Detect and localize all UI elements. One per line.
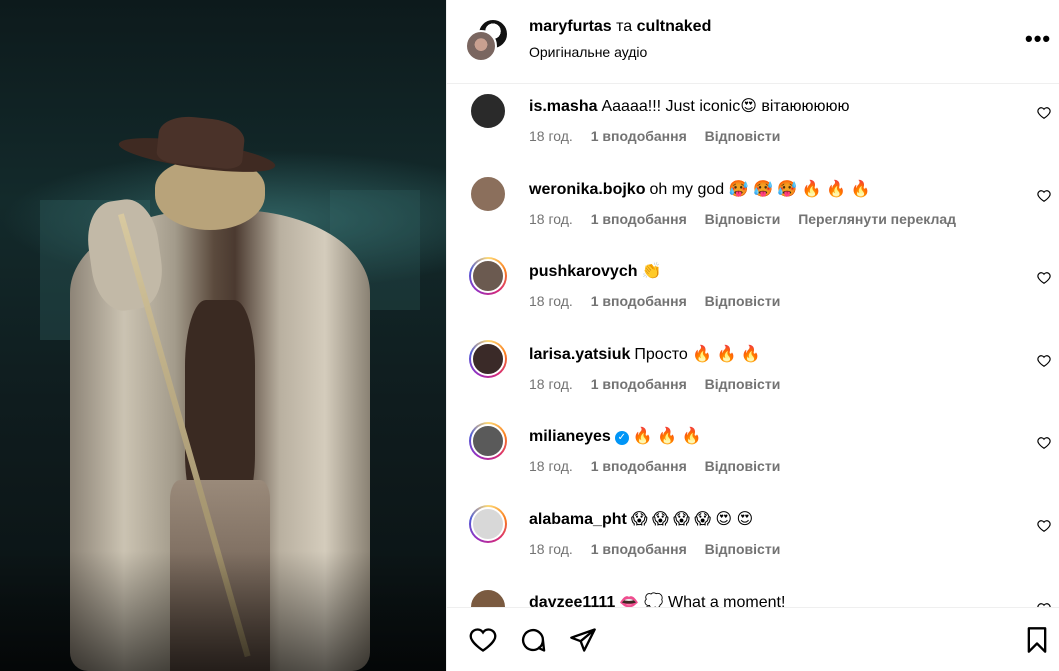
- comment-body: oh my god 🥵 🥵 🥵 🔥 🔥 🔥: [649, 181, 871, 198]
- avatar[interactable]: [469, 340, 507, 378]
- comment-text: pushkarovych 👏: [529, 261, 661, 281]
- see-translation-button[interactable]: Переглянути переклад: [798, 211, 956, 227]
- author-avatars[interactable]: [465, 18, 517, 66]
- comment-text: dayzee1111 👄 💭 What a moment!: [529, 592, 785, 607]
- post-video[interactable]: [0, 0, 446, 671]
- comment-time[interactable]: 18 год.: [529, 293, 573, 309]
- post-actions-bar: [447, 607, 1059, 671]
- post-authors: maryfurtas та cultnaked: [529, 18, 711, 36]
- comment-username[interactable]: weronika.bojko: [529, 181, 645, 198]
- hat-crown: [155, 113, 247, 171]
- comment-text: alabama_pht 😱 😱 😱 😱 😍 😍: [529, 509, 753, 529]
- comment-body: 👏: [641, 263, 662, 280]
- more-options-button[interactable]: •••: [1025, 26, 1051, 52]
- comment-username[interactable]: dayzee1111: [529, 594, 615, 607]
- comment-time[interactable]: 18 год.: [529, 458, 573, 474]
- comment-username[interactable]: milianeyes: [529, 428, 611, 445]
- comment-body: Просто 🔥 🔥 🔥: [634, 346, 761, 363]
- comment-likes[interactable]: 1 вподобання: [591, 458, 687, 474]
- comment-icon[interactable]: [519, 626, 547, 654]
- audio-link[interactable]: Оригінальне аудіо: [529, 44, 647, 60]
- list-item: is.masha Aaaaa!!! Just iconic😍 вітаююююю …: [447, 88, 1059, 168]
- avatar[interactable]: [469, 588, 507, 607]
- comment-likes[interactable]: 1 вподобання: [591, 376, 687, 392]
- list-item: pushkarovych 👏 18 год. 1 вподобання Відпо…: [447, 253, 1059, 333]
- heart-icon[interactable]: [1037, 519, 1051, 533]
- verified-badge-icon: ✓: [614, 431, 629, 445]
- heart-icon[interactable]: [1037, 436, 1051, 450]
- heart-icon[interactable]: [1037, 271, 1051, 285]
- comment-meta: 18 год. 1 вподобання Відповісти Переглян…: [529, 211, 970, 227]
- comment-likes[interactable]: 1 вподобання: [591, 211, 687, 227]
- avatar[interactable]: [469, 257, 507, 295]
- bookmark-icon[interactable]: [1023, 626, 1051, 654]
- comment-likes[interactable]: 1 вподобання: [591, 541, 687, 557]
- list-item: alabama_pht 😱 😱 😱 😱 😍 😍 18 год. 1 вподоба…: [447, 501, 1059, 581]
- heart-icon[interactable]: [1037, 189, 1051, 203]
- comments-list[interactable]: is.masha Aaaaa!!! Just iconic😍 вітаююююю …: [447, 84, 1059, 607]
- avatar[interactable]: [469, 175, 507, 213]
- comment-time[interactable]: 18 год.: [529, 128, 573, 144]
- heart-icon[interactable]: [469, 626, 497, 654]
- reply-button[interactable]: Відповісти: [705, 128, 781, 144]
- comment-meta: 18 год. 1 вподобання Відповісти: [529, 541, 794, 557]
- post-header: maryfurtas та cultnaked Оригінальне ауді…: [447, 0, 1059, 84]
- comment-text: larisa.yatsiuk Просто 🔥 🔥 🔥: [529, 344, 761, 364]
- avatar[interactable]: [469, 422, 507, 460]
- share-icon[interactable]: [569, 626, 597, 654]
- avatar[interactable]: [469, 505, 507, 543]
- reply-button[interactable]: Відповісти: [705, 541, 781, 557]
- author-link-1[interactable]: maryfurtas: [529, 18, 612, 35]
- comment-meta: 18 год. 1 вподобання Відповісти: [529, 293, 794, 309]
- comment-body: 👄 💭 What a moment!: [619, 594, 786, 607]
- comment-meta: 18 год. 1 вподобання Відповісти: [529, 376, 794, 392]
- comment-time[interactable]: 18 год.: [529, 376, 573, 392]
- heart-icon[interactable]: [1037, 354, 1051, 368]
- reply-button[interactable]: Відповісти: [705, 458, 781, 474]
- comment-time[interactable]: 18 год.: [529, 541, 573, 557]
- comment-likes[interactable]: 1 вподобання: [591, 293, 687, 309]
- comment-body: Aaaaa!!! Just iconic😍 вітаююююю: [601, 98, 850, 115]
- comment-body: 😱 😱 😱 😱 😍 😍: [630, 511, 754, 528]
- comment-text: milianeyes ✓ 🔥 🔥 🔥: [529, 426, 701, 446]
- comment-username[interactable]: alabama_pht: [529, 511, 627, 528]
- heart-icon[interactable]: [1037, 106, 1051, 120]
- stage-floor-shadow: [0, 551, 446, 671]
- comment-text: is.masha Aaaaa!!! Just iconic😍 вітаююююю: [529, 96, 849, 116]
- comment-body: 🔥 🔥 🔥: [632, 428, 702, 445]
- post-side-panel: maryfurtas та cultnaked Оригінальне ауді…: [446, 0, 1059, 671]
- list-item: weronika.bojko oh my god 🥵 🥵 🥵 🔥 🔥 🔥 18 г…: [447, 171, 1059, 251]
- comment-text: weronika.bojko oh my god 🥵 🥵 🥵 🔥 🔥 🔥: [529, 179, 870, 199]
- avatar[interactable]: [469, 92, 507, 130]
- comment-meta: 18 год. 1 вподобання Відповісти: [529, 128, 794, 144]
- author-joiner: та: [616, 18, 633, 35]
- comment-meta: 18 год. 1 вподобання Відповісти: [529, 458, 794, 474]
- comment-username[interactable]: pushkarovych: [529, 263, 637, 280]
- list-item: milianeyes ✓ 🔥 🔥 🔥 18 год. 1 вподобання Ві…: [447, 418, 1059, 498]
- list-item: larisa.yatsiuk Просто 🔥 🔥 🔥 18 год. 1 впо…: [447, 336, 1059, 416]
- comment-time[interactable]: 18 год.: [529, 211, 573, 227]
- post-view: maryfurtas та cultnaked Оригінальне ауді…: [0, 0, 1059, 671]
- comment-username[interactable]: is.masha: [529, 98, 597, 115]
- reply-button[interactable]: Відповісти: [705, 211, 781, 227]
- comment-username[interactable]: larisa.yatsiuk: [529, 346, 630, 363]
- list-item: dayzee1111 👄 💭 What a moment!: [447, 584, 1059, 607]
- comment-likes[interactable]: 1 вподобання: [591, 128, 687, 144]
- author-link-2[interactable]: cultnaked: [637, 18, 712, 35]
- avatar[interactable]: [465, 30, 497, 62]
- reply-button[interactable]: Відповісти: [705, 376, 781, 392]
- reply-button[interactable]: Відповісти: [705, 293, 781, 309]
